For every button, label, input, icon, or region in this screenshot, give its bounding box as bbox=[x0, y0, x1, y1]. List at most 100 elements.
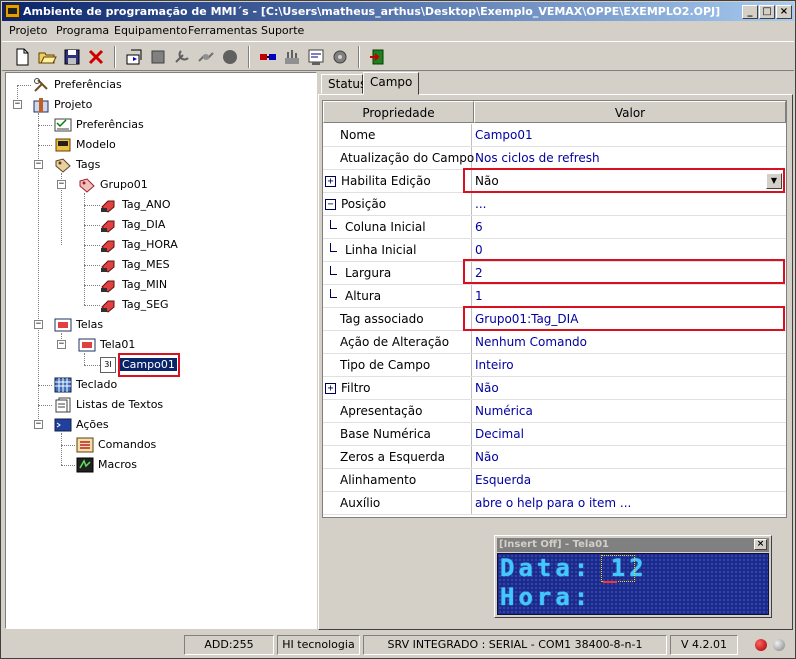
tag-icon bbox=[101, 280, 115, 293]
property-value[interactable]: 1 bbox=[475, 285, 483, 307]
preview-title-bar[interactable]: [Insert Off] - Tela01 × bbox=[497, 538, 769, 552]
collapse-projeto-icon[interactable]: − bbox=[13, 100, 22, 109]
close-button[interactable]: × bbox=[776, 5, 792, 19]
tree-item-tag[interactable]: Tag_MIN bbox=[100, 276, 167, 294]
tree-item-telas[interactable]: Telas bbox=[54, 316, 103, 334]
collapse-tags-icon[interactable]: − bbox=[34, 160, 43, 169]
gear-icon[interactable] bbox=[330, 47, 350, 67]
title-bar[interactable]: Ambiente de programação de MMI´s - [C:\U… bbox=[2, 2, 794, 21]
collapse-acoes-icon[interactable]: − bbox=[34, 420, 43, 429]
tab-campo[interactable]: Campo bbox=[363, 72, 419, 95]
record-icon[interactable] bbox=[220, 47, 240, 67]
menu-projeto[interactable]: Projeto bbox=[9, 24, 47, 38]
collapse-tela01-icon[interactable]: − bbox=[57, 340, 66, 349]
menu-suporte[interactable]: Suporte bbox=[261, 24, 304, 38]
lcd-line-2: Hora: bbox=[500, 583, 593, 611]
collapse-minus-icon[interactable]: − bbox=[325, 199, 336, 210]
tree-line bbox=[38, 385, 52, 386]
tab-status[interactable]: Status bbox=[321, 74, 366, 94]
menu-ferramentas[interactable]: Ferramentas bbox=[188, 24, 257, 38]
property-name: Alinhamento bbox=[323, 469, 472, 491]
open-folder-icon[interactable] bbox=[37, 47, 57, 67]
tree-item-acoes[interactable]: Ações bbox=[54, 416, 109, 434]
tree-item-macros[interactable]: Macros bbox=[76, 456, 137, 474]
property-row[interactable]: Altura 1 bbox=[323, 285, 786, 308]
tree-item-preferencias-root[interactable]: Preferências bbox=[32, 76, 122, 94]
stop-icon[interactable] bbox=[148, 47, 168, 67]
compile-icon[interactable] bbox=[306, 47, 326, 67]
screen-preview-window[interactable]: [Insert Off] - Tela01 × Data: 12 Hora: bbox=[494, 535, 772, 618]
tool-icon[interactable] bbox=[172, 47, 192, 67]
preview-close-button[interactable]: × bbox=[754, 539, 767, 550]
property-value[interactable]: Numérica bbox=[475, 400, 533, 422]
property-row[interactable]: Tipo de Campo Inteiro bbox=[323, 354, 786, 377]
copy-to-device-icon[interactable] bbox=[124, 47, 144, 67]
column-header-propriedade[interactable]: Propriedade bbox=[323, 101, 474, 123]
property-value[interactable]: ... bbox=[475, 193, 486, 215]
property-name: Altura bbox=[323, 285, 472, 307]
tree-item-listas[interactable]: Listas de Textos bbox=[54, 396, 163, 414]
tree-item-comandos[interactable]: Comandos bbox=[76, 436, 156, 454]
tree-label: Preferências bbox=[54, 78, 122, 91]
property-value[interactable]: Esquerda bbox=[475, 469, 531, 491]
maximize-button[interactable]: □ bbox=[759, 5, 775, 19]
collapse-telas-icon[interactable]: − bbox=[34, 320, 43, 329]
tree-item-tags[interactable]: Tags bbox=[54, 156, 100, 174]
delete-icon[interactable] bbox=[86, 47, 106, 67]
collapse-grupo01-icon[interactable]: − bbox=[57, 180, 66, 189]
property-row[interactable]: Coluna Inicial 6 bbox=[323, 216, 786, 239]
property-row[interactable]: Zeros a Esquerda Não bbox=[323, 446, 786, 469]
property-value[interactable]: Campo01 bbox=[475, 124, 533, 146]
connect-icon[interactable] bbox=[196, 47, 216, 67]
property-value[interactable]: Inteiro bbox=[475, 354, 514, 376]
menu-equipamento[interactable]: Equipamento bbox=[114, 24, 187, 38]
tree-item-teclado[interactable]: Teclado bbox=[54, 376, 117, 394]
transfer-icon[interactable] bbox=[258, 47, 278, 67]
minimize-button[interactable]: _ bbox=[742, 5, 758, 19]
tree-item-projeto[interactable]: Projeto bbox=[32, 96, 92, 114]
tree-line bbox=[84, 285, 100, 286]
lcd-field-box[interactable] bbox=[601, 555, 635, 582]
menu-programa[interactable]: Programa bbox=[56, 24, 109, 38]
tree-item-tag[interactable]: Tag_MES bbox=[100, 256, 170, 274]
tree-item-tag[interactable]: Tag_DIA bbox=[100, 216, 165, 234]
property-row[interactable]: − Posição... bbox=[323, 193, 786, 216]
save-icon[interactable] bbox=[62, 47, 82, 67]
exit-icon[interactable] bbox=[368, 47, 388, 67]
network-icon[interactable] bbox=[282, 47, 302, 67]
tree-item-tag[interactable]: Tag_ANO bbox=[100, 196, 171, 214]
tree-item-modelo[interactable]: Modelo bbox=[54, 136, 116, 154]
tree-label: Tags bbox=[76, 158, 101, 171]
tree-item-grupo01[interactable]: Grupo01 bbox=[78, 176, 148, 194]
property-row[interactable]: Apresentação Numérica bbox=[323, 400, 786, 423]
expand-plus-icon[interactable]: + bbox=[325, 176, 336, 187]
property-value[interactable]: abre o help para o item ... bbox=[475, 492, 631, 514]
property-row[interactable]: Atualização do Campo Nos ciclos de refres… bbox=[323, 147, 786, 170]
property-row[interactable]: Auxílio abre o help para o item ... bbox=[323, 492, 786, 515]
property-value[interactable]: Não bbox=[475, 446, 499, 468]
property-row[interactable]: + Filtro Não bbox=[323, 377, 786, 400]
property-value[interactable]: Não bbox=[475, 377, 499, 399]
expand-plus-icon[interactable]: + bbox=[325, 383, 336, 394]
property-label: Tag associado bbox=[340, 312, 424, 326]
project-tree[interactable]: Preferências − Projeto Preferências Mode… bbox=[5, 72, 317, 629]
property-value[interactable]: 0 bbox=[475, 239, 483, 261]
tree-item-tag[interactable]: Tag_SEG bbox=[100, 296, 169, 314]
property-row[interactable]: Alinhamento Esquerda bbox=[323, 469, 786, 492]
property-name: Linha Inicial bbox=[323, 239, 472, 261]
property-row[interactable]: Nome Campo01 bbox=[323, 124, 786, 147]
tree-label: Tela01 bbox=[100, 338, 136, 351]
new-file-icon[interactable] bbox=[12, 47, 32, 67]
column-header-valor[interactable]: Valor bbox=[474, 101, 786, 123]
property-value[interactable]: Nos ciclos de refresh bbox=[475, 147, 600, 169]
tree-item-tag[interactable]: Tag_HORA bbox=[100, 236, 178, 254]
tree-item-preferencias[interactable]: Preferências bbox=[54, 116, 144, 134]
property-value[interactable]: Nenhum Comando bbox=[475, 331, 587, 353]
property-row[interactable]: Ação de Alteração Nenhum Comando bbox=[323, 331, 786, 354]
property-name: − Posição bbox=[323, 193, 472, 215]
lcd-display[interactable]: Data: 12 Hora: bbox=[497, 553, 769, 615]
property-row[interactable]: Base Numérica Decimal bbox=[323, 423, 786, 446]
property-value[interactable]: Decimal bbox=[475, 423, 524, 445]
tree-item-tela01[interactable]: Tela01 bbox=[78, 336, 135, 354]
property-value[interactable]: 6 bbox=[475, 216, 483, 238]
